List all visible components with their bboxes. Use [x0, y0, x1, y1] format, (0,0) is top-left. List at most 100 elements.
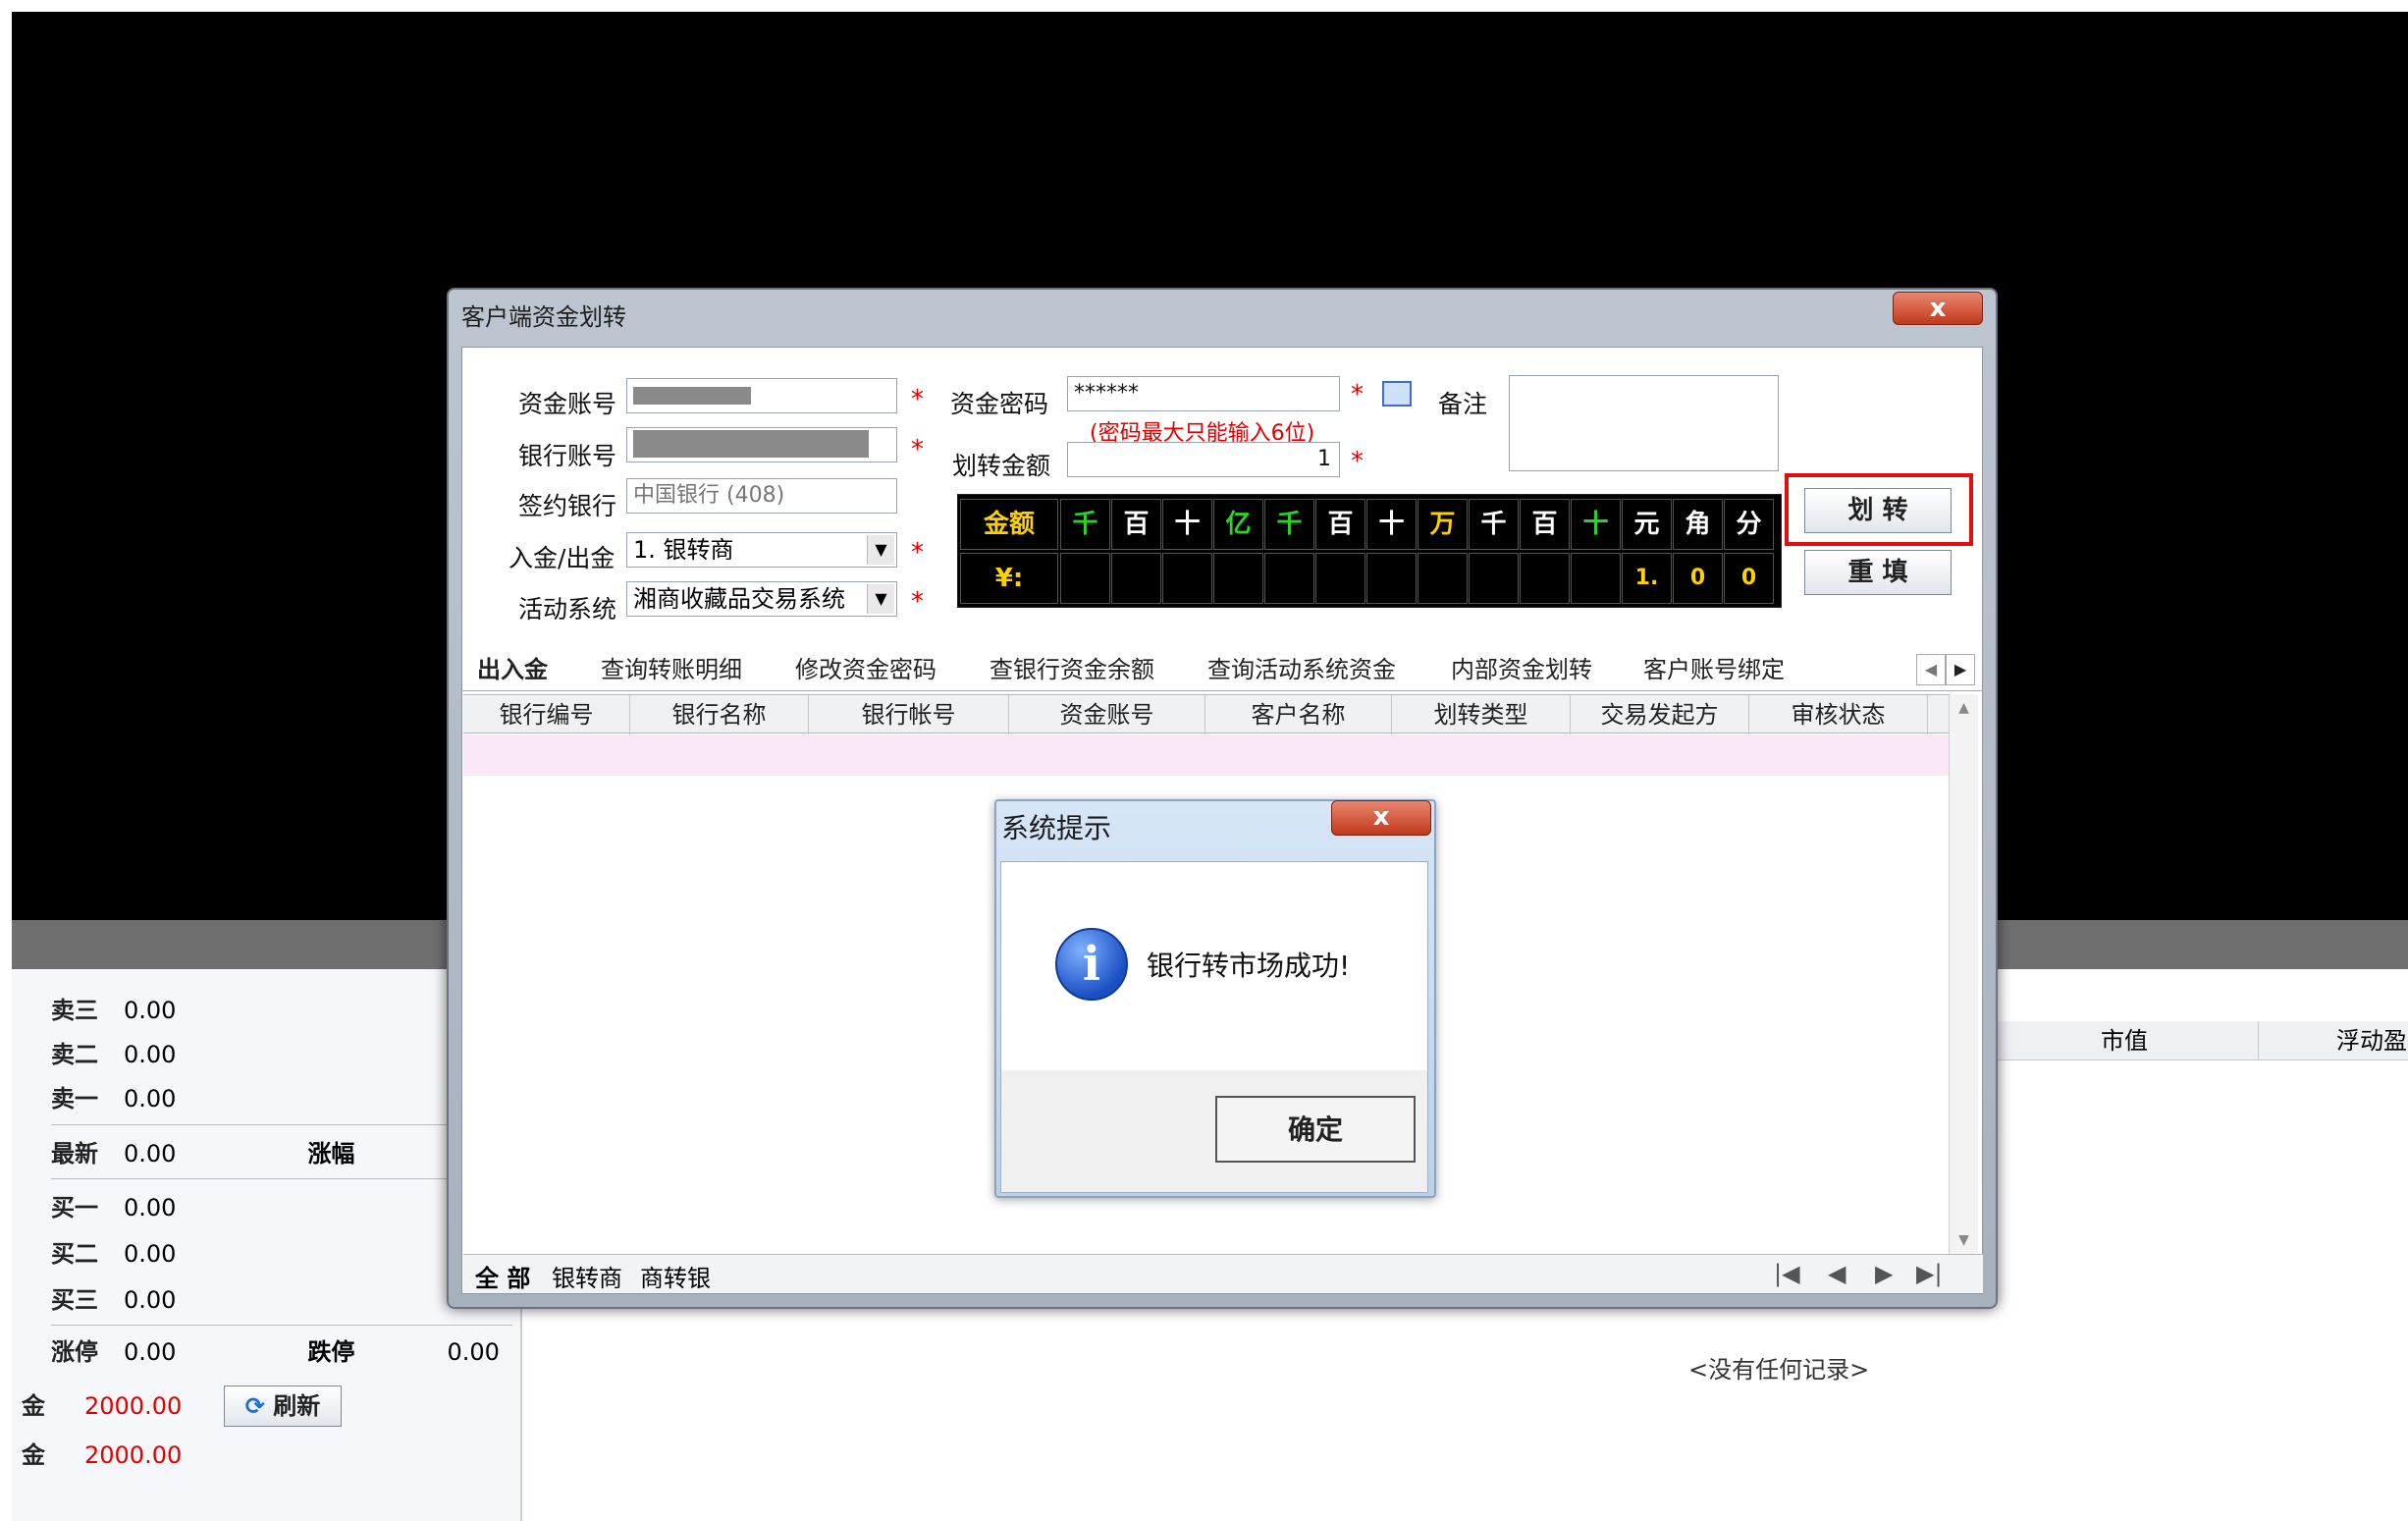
- tab-change-password[interactable]: 修改资金密码: [795, 648, 936, 691]
- col-customer-name[interactable]: 客户名称: [1205, 695, 1392, 734]
- amount-header-cell: 分: [1724, 499, 1774, 550]
- col-transfer-type[interactable]: 划转类型: [1392, 695, 1571, 734]
- amount-header-cell: 千: [1264, 499, 1314, 550]
- chevron-down-icon[interactable]: ▼: [867, 535, 894, 565]
- dialog-title: 系统提示: [1001, 812, 1112, 844]
- remark-textarea[interactable]: [1509, 375, 1779, 471]
- fund-password-field[interactable]: ******: [1067, 376, 1340, 411]
- amount-header-cell: 万: [1418, 499, 1468, 550]
- amount-digit-cell: [1264, 553, 1314, 604]
- col-audit-status[interactable]: 审核状态: [1749, 695, 1928, 734]
- quote-row-sell2: 卖二 0.00: [51, 1041, 177, 1068]
- tab-transfer-details[interactable]: 查询转账明细: [601, 648, 742, 691]
- close-button[interactable]: x: [1893, 292, 1983, 325]
- tab-scroll-left-icon[interactable]: ◀: [1916, 654, 1946, 685]
- tab-bank-to-broker[interactable]: 银转商: [552, 1259, 622, 1293]
- transfer-amount-field[interactable]: 1: [1067, 442, 1340, 477]
- chevron-down-icon[interactable]: ▼: [867, 584, 894, 614]
- bank-account-field[interactable]: [626, 427, 897, 462]
- transfer-button[interactable]: 划 转: [1804, 488, 1952, 533]
- masked-value: [633, 430, 869, 458]
- tab-account-binding[interactable]: 客户账号绑定: [1643, 648, 1785, 691]
- amount-header-cell: 元: [1622, 499, 1672, 550]
- keyboard-icon[interactable]: [1382, 381, 1412, 407]
- amount-header-cell: 百: [1315, 499, 1365, 550]
- amount-header-cell: 十: [1366, 499, 1417, 550]
- function-tabs: 出入金 查询转账明细 修改资金密码 查银行资金余额 查询活动系统资金 内部资金划…: [461, 648, 1983, 691]
- divider: [2258, 1021, 2259, 1060]
- dialog-close-button[interactable]: x: [1331, 800, 1431, 836]
- info-icon: i: [1055, 928, 1128, 1001]
- last-page-icon[interactable]: ▶|: [1916, 1260, 1943, 1287]
- amount-digit-cell: [1111, 553, 1161, 604]
- active-system-select[interactable]: 湘商收藏品交易系统 ▼: [626, 581, 897, 617]
- tab-scroll-right-icon[interactable]: ▶: [1946, 654, 1975, 685]
- divider: [51, 1325, 512, 1326]
- tab-bank-balance[interactable]: 查银行资金余额: [990, 648, 1154, 691]
- quote-row-buy2: 买二 0.00: [51, 1240, 177, 1268]
- prev-page-icon[interactable]: ◀: [1828, 1260, 1846, 1287]
- quote-row-limit: 涨停 0.00 跌停 0.00: [51, 1338, 500, 1366]
- amount-digit-cell: [1366, 553, 1417, 604]
- col-floating-pl[interactable]: 浮动盈: [2336, 1021, 2407, 1060]
- amount-digit-cell: [1520, 553, 1570, 604]
- col-fund-account[interactable]: 资金账号: [1009, 695, 1205, 734]
- table-row[interactable]: [463, 734, 1955, 776]
- required-mark: *: [911, 435, 924, 464]
- vertical-scrollbar[interactable]: ▲ ▼: [1949, 694, 1978, 1254]
- fund-row: 金 2000.00: [22, 1441, 183, 1469]
- col-market-value[interactable]: 市值: [2101, 1021, 2148, 1060]
- quote-row-sell3: 卖三 0.00: [51, 997, 177, 1024]
- transfer-amount-label: 划转金额: [952, 452, 1051, 480]
- records-grid-header: 银行编号 银行名称 银行帐号 资金账号 客户名称 划转类型 交易发起方 审核状态: [463, 694, 1955, 734]
- amount-digit-cell: [1315, 553, 1365, 604]
- divider: [461, 690, 1983, 691]
- ok-button[interactable]: 确定: [1215, 1096, 1416, 1163]
- dialog-message: 银行转市场成功!: [1147, 950, 1351, 982]
- col-bank-account[interactable]: 银行帐号: [809, 695, 1009, 734]
- currency-symbol: ¥:: [960, 553, 1058, 604]
- amount-header-cell: 十: [1162, 499, 1212, 550]
- active-system-label: 活动系统: [518, 595, 617, 624]
- signed-bank-field: 中国银行 (408): [626, 478, 897, 514]
- col-initiator[interactable]: 交易发起方: [1571, 695, 1749, 734]
- scroll-down-icon[interactable]: ▼: [1950, 1232, 1978, 1248]
- required-mark: *: [911, 385, 924, 414]
- amount-header-cell: 千: [1060, 499, 1110, 550]
- amount-digit-cell: [1571, 553, 1621, 604]
- tab-deposit-withdraw[interactable]: 出入金: [477, 648, 548, 691]
- reset-button[interactable]: 重 填: [1804, 550, 1952, 595]
- bank-account-label: 银行账号: [518, 442, 617, 470]
- required-mark: *: [1351, 380, 1364, 409]
- fund-account-field[interactable]: [626, 378, 897, 413]
- quote-row-sell1: 卖一 0.00: [51, 1085, 177, 1113]
- amount-digit-cell: [1213, 553, 1263, 604]
- fund-row: 金 2000.00: [22, 1392, 183, 1420]
- refresh-button[interactable]: ⟳ 刷新: [224, 1385, 342, 1427]
- next-page-icon[interactable]: ▶: [1875, 1260, 1893, 1287]
- amount-digit-cell: 1.: [1622, 553, 1672, 604]
- quote-row-buy3: 买三 0.00: [51, 1286, 177, 1314]
- quote-row-buy1: 买一 0.00: [51, 1194, 177, 1222]
- in-out-select[interactable]: 1. 银转商 ▼: [626, 532, 897, 568]
- col-bank-name[interactable]: 银行名称: [630, 695, 809, 734]
- amount-digit-cell: 0: [1673, 553, 1723, 604]
- first-page-icon[interactable]: |◀: [1774, 1260, 1800, 1287]
- quote-panel: 卖三 0.00 卖二 0.00 卖一 0.00 最新 0.00 涨幅 买一 0.00 买二 0…: [12, 969, 522, 1521]
- required-mark: *: [1351, 447, 1364, 476]
- bottom-tab-bar: 全 部 银转商 商转银: [463, 1254, 1983, 1293]
- fund-password-label: 资金密码: [950, 390, 1049, 418]
- amount-header-cell: 角: [1673, 499, 1723, 550]
- remark-label: 备注: [1438, 390, 1488, 418]
- required-mark: *: [911, 538, 924, 568]
- tab-broker-to-bank[interactable]: 商转银: [640, 1259, 711, 1293]
- amount-header-cell: 千: [1469, 499, 1519, 550]
- quote-row-latest: 最新 0.00 涨幅: [51, 1140, 355, 1168]
- amount-header-cell: 十: [1571, 499, 1621, 550]
- tab-system-funds[interactable]: 查询活动系统资金: [1207, 648, 1396, 691]
- amount-digit-cell: [1060, 553, 1110, 604]
- tab-all[interactable]: 全 部: [475, 1259, 530, 1293]
- col-bank-no[interactable]: 银行编号: [463, 695, 630, 734]
- tab-internal-transfer[interactable]: 内部资金划转: [1451, 648, 1592, 691]
- scroll-up-icon[interactable]: ▲: [1950, 700, 1978, 716]
